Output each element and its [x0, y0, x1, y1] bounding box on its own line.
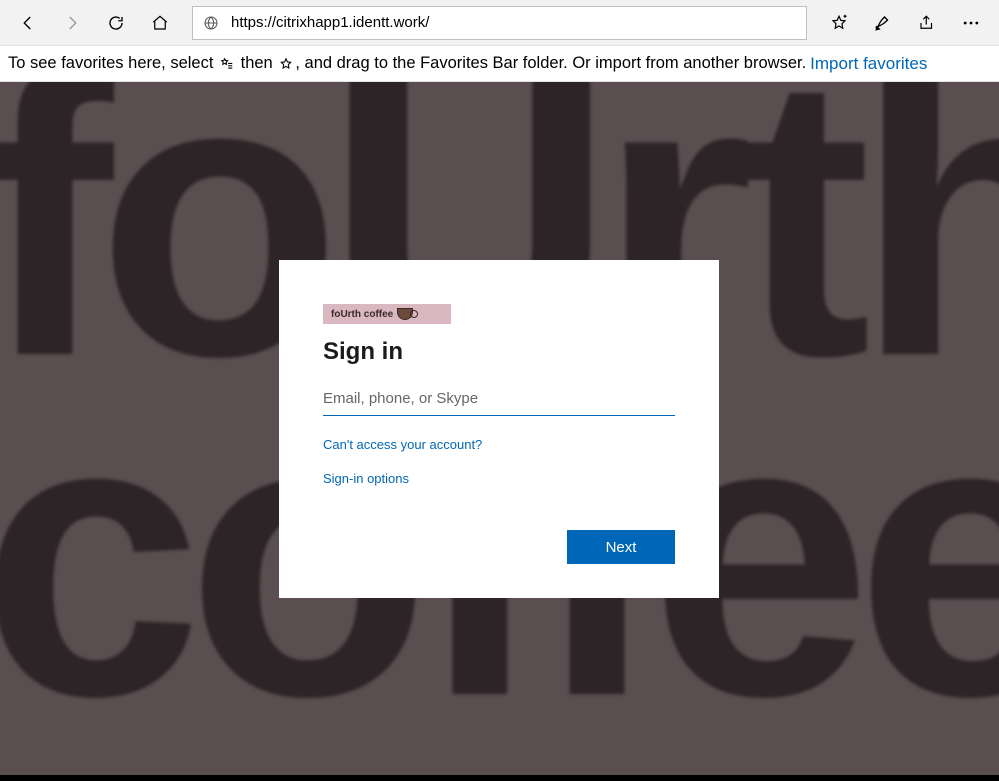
favorites-bar: To see favorites here, select then , and…: [0, 46, 999, 82]
address-bar[interactable]: [192, 6, 807, 40]
cant-access-link[interactable]: Can't access your account?: [323, 437, 482, 452]
url-input[interactable]: [231, 14, 798, 31]
arrow-left-icon: [19, 14, 37, 32]
page-content: foUrth coffee foUrth coffee Sign in Can'…: [0, 82, 999, 781]
star-lines-icon: [220, 57, 234, 71]
pen-icon: [874, 14, 892, 32]
signin-title: Sign in: [323, 338, 675, 366]
home-button[interactable]: [138, 3, 182, 43]
home-icon: [151, 14, 169, 32]
browser-toolbar: [0, 0, 999, 46]
import-favorites-link[interactable]: Import favorites: [810, 54, 927, 74]
arrow-right-icon: [63, 14, 81, 32]
address-bar-container: [192, 6, 807, 40]
bottom-border: [0, 775, 999, 781]
star-outline-icon: [279, 57, 293, 71]
more-icon: [961, 13, 981, 33]
share-icon: [918, 14, 936, 32]
fav-text-3: , and drag to the Favorites Bar folder. …: [295, 54, 806, 73]
coffee-cup-icon: [397, 308, 413, 320]
brand-name: foUrth coffee: [331, 309, 393, 320]
button-row: Next: [323, 530, 675, 564]
back-button[interactable]: [6, 3, 50, 43]
forward-button[interactable]: [50, 3, 94, 43]
refresh-button[interactable]: [94, 3, 138, 43]
share-button[interactable]: [905, 3, 949, 43]
refresh-icon: [107, 14, 125, 32]
fav-text-1: To see favorites here, select: [8, 54, 213, 73]
next-button[interactable]: Next: [567, 530, 675, 564]
reading-list-button[interactable]: [861, 3, 905, 43]
brand-banner: foUrth coffee: [323, 304, 451, 324]
favorites-hint: To see favorites here, select then , and…: [8, 54, 806, 73]
globe-icon: [203, 15, 219, 31]
signin-card: foUrth coffee Sign in Can't access your …: [279, 260, 719, 598]
signin-options-link[interactable]: Sign-in options: [323, 471, 409, 486]
favorites-button[interactable]: [817, 3, 861, 43]
star-add-icon: [830, 14, 848, 32]
toolbar-right: [817, 3, 993, 43]
fav-text-2: then: [241, 54, 273, 73]
login-name-input[interactable]: [323, 384, 675, 416]
more-button[interactable]: [949, 3, 993, 43]
site-identity-icon[interactable]: [201, 15, 221, 31]
